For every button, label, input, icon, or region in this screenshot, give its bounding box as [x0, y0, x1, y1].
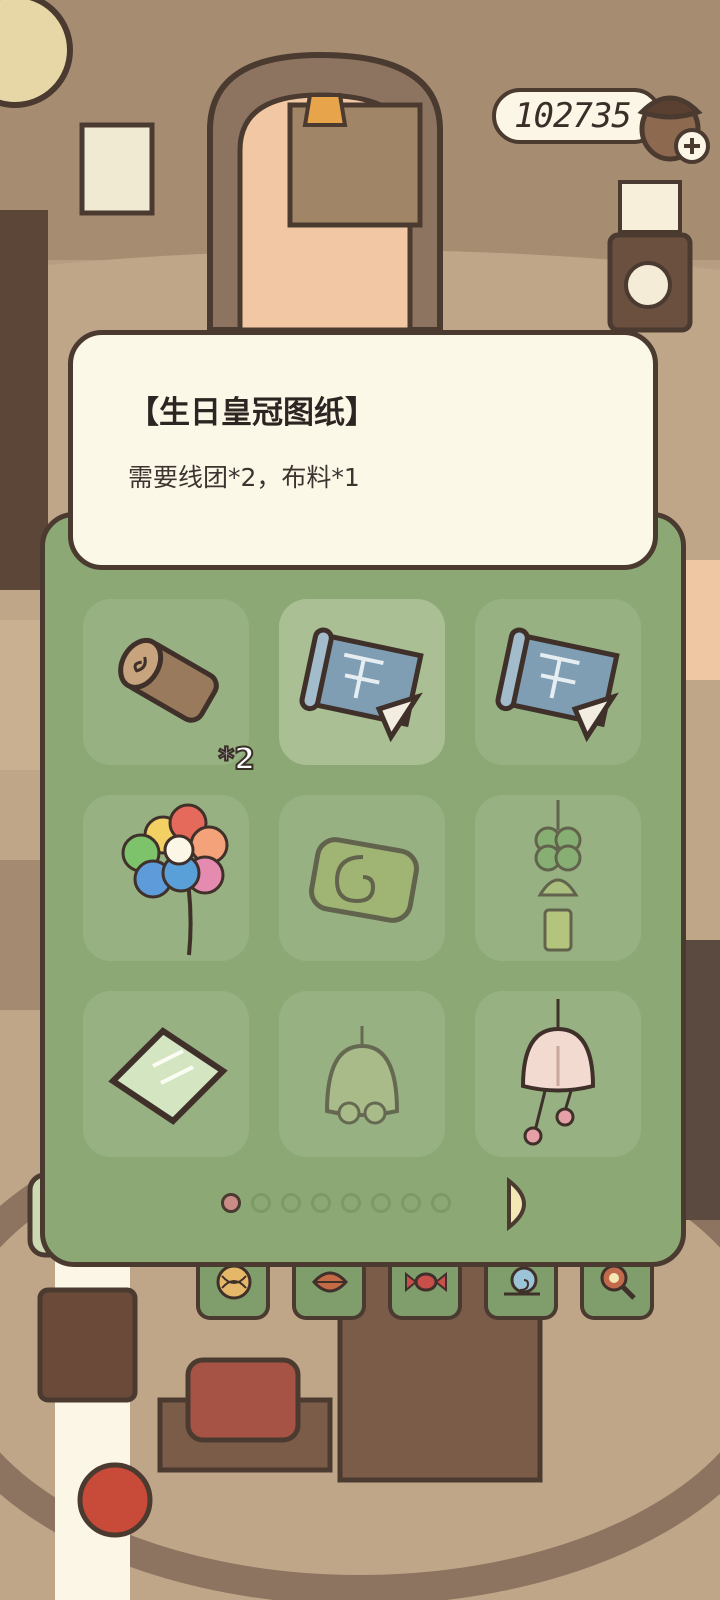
inventory-slot-log[interactable]: *2 [83, 599, 256, 778]
page-dot[interactable] [371, 1193, 391, 1213]
inventory-slot-glass[interactable] [83, 991, 249, 1157]
item-quantity: *2 [217, 741, 256, 778]
page-dot[interactable] [311, 1193, 331, 1213]
inventory-panel: *2 [40, 512, 686, 1267]
page-dot[interactable] [341, 1193, 361, 1213]
inventory-grid: *2 [83, 599, 641, 1157]
inventory-slot-blueprint-selected[interactable] [279, 599, 445, 765]
page-dot[interactable] [281, 1193, 301, 1213]
inventory-slot-charm[interactable] [475, 795, 641, 961]
log-icon [118, 637, 219, 723]
spiral-cushion-icon [309, 837, 419, 923]
item-tooltip: 【生日皇冠图纸】 需要线团*2，布料*1 [68, 330, 658, 570]
inventory-slot-balloon[interactable] [83, 795, 249, 961]
acorn-add-currency-icon[interactable] [630, 74, 710, 170]
page-dot-active[interactable] [221, 1193, 241, 1213]
page-indicator [221, 1193, 451, 1213]
page-dot[interactable] [431, 1193, 451, 1213]
next-page-icon[interactable] [503, 1177, 543, 1231]
page-dot[interactable] [401, 1193, 421, 1213]
rainbow-balloon-icon [121, 803, 229, 956]
clover-charm-icon [534, 800, 582, 952]
item-requirements: 需要线团*2，布料*1 [128, 463, 360, 492]
blueprint-scroll-icon [495, 627, 620, 743]
page-dot[interactable] [251, 1193, 271, 1213]
item-title: 【生日皇冠图纸】 [128, 395, 376, 431]
inventory-slot-bell[interactable] [279, 991, 445, 1157]
blueprint-scroll-icon [299, 627, 424, 743]
wind-chime-icon [520, 999, 596, 1146]
bell-icon [324, 1026, 400, 1125]
glass-pane-icon [108, 1027, 228, 1125]
inventory-slot-blueprint[interactable] [475, 599, 641, 765]
inventory-slot-cushion[interactable] [279, 795, 445, 961]
currency-amount: 102735 [514, 96, 632, 136]
inventory-slot-wind-chime[interactable] [475, 991, 641, 1157]
